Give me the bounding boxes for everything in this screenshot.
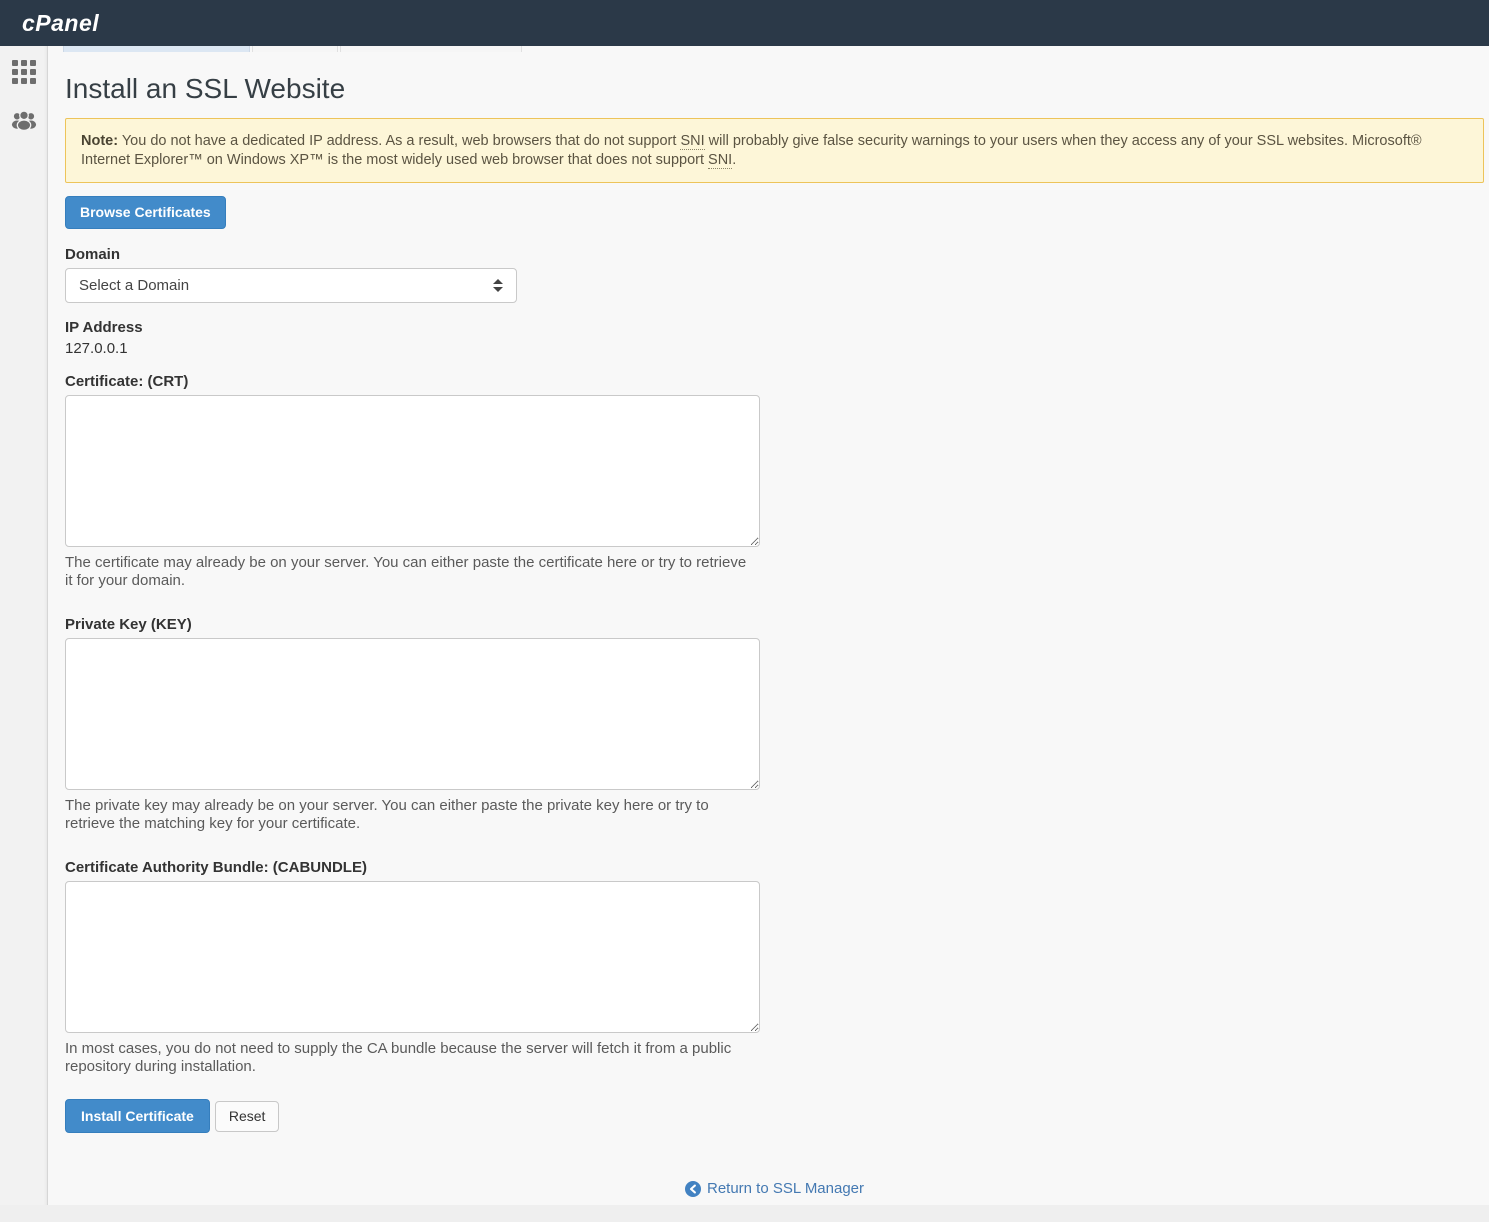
ca-bundle-label: Certificate Authority Bundle: (CABUNDLE) (65, 859, 1489, 876)
grid-glyph (12, 60, 36, 84)
note-text-1: You do not have a dedicated IP address. … (118, 133, 680, 149)
certificate-help-text: The certificate may already be on your s… (65, 554, 755, 590)
sni-abbr-2: SNI (708, 152, 732, 169)
ip-address-value: 127.0.0.1 (65, 340, 1489, 357)
domain-select[interactable]: Select a Domain (65, 268, 517, 303)
note-label: Note: (81, 133, 118, 149)
sni-warning-note: Note: You do not have a dedicated IP add… (65, 118, 1484, 183)
apps-grid-icon[interactable] (11, 59, 37, 85)
install-certificate-button[interactable]: Install Certificate (65, 1099, 210, 1133)
domain-select-value: Select a Domain (79, 277, 189, 294)
cpanel-logo[interactable]: cPanel (22, 10, 99, 37)
browse-certificates-button[interactable]: Browse Certificates (65, 196, 226, 229)
return-to-ssl-manager-link[interactable]: Return to SSL Manager (685, 1180, 864, 1197)
reset-button[interactable]: Reset (215, 1101, 280, 1132)
ip-address-label: IP Address (65, 319, 1489, 336)
private-key-label: Private Key (KEY) (65, 616, 1489, 633)
domain-label: Domain (65, 246, 1489, 263)
users-icon[interactable] (11, 107, 37, 133)
note-text-3: . (732, 152, 736, 168)
private-key-textarea[interactable] (65, 638, 760, 790)
arrow-left-circle-icon (685, 1181, 701, 1197)
tab-edge-active[interactable] (63, 46, 250, 52)
top-navbar: cPanel (0, 0, 1489, 46)
tab-strip (63, 46, 522, 52)
select-arrows-icon (493, 279, 503, 292)
tab-edge-2[interactable] (252, 46, 338, 52)
sni-abbr-1: SNI (680, 133, 704, 150)
icon-sidebar (0, 46, 48, 1205)
return-link-label: Return to SSL Manager (707, 1180, 864, 1197)
users-glyph (11, 108, 37, 132)
return-link-row: Return to SSL Manager (65, 1180, 1484, 1197)
private-key-help-text: The private key may already be on your s… (65, 797, 755, 833)
ca-bundle-textarea[interactable] (65, 881, 760, 1033)
certificate-textarea[interactable] (65, 395, 760, 547)
page-title: Install an SSL Website (65, 73, 1489, 105)
ca-bundle-help-text: In most cases, you do not need to supply… (65, 1040, 755, 1076)
tab-edge-3[interactable] (340, 46, 522, 52)
form-actions: Install Certificate Reset (65, 1099, 1489, 1133)
certificate-label: Certificate: (CRT) (65, 373, 1489, 390)
main-content: Install an SSL Website Note: You do not … (65, 46, 1489, 1197)
footer-strip (0, 1205, 1489, 1222)
